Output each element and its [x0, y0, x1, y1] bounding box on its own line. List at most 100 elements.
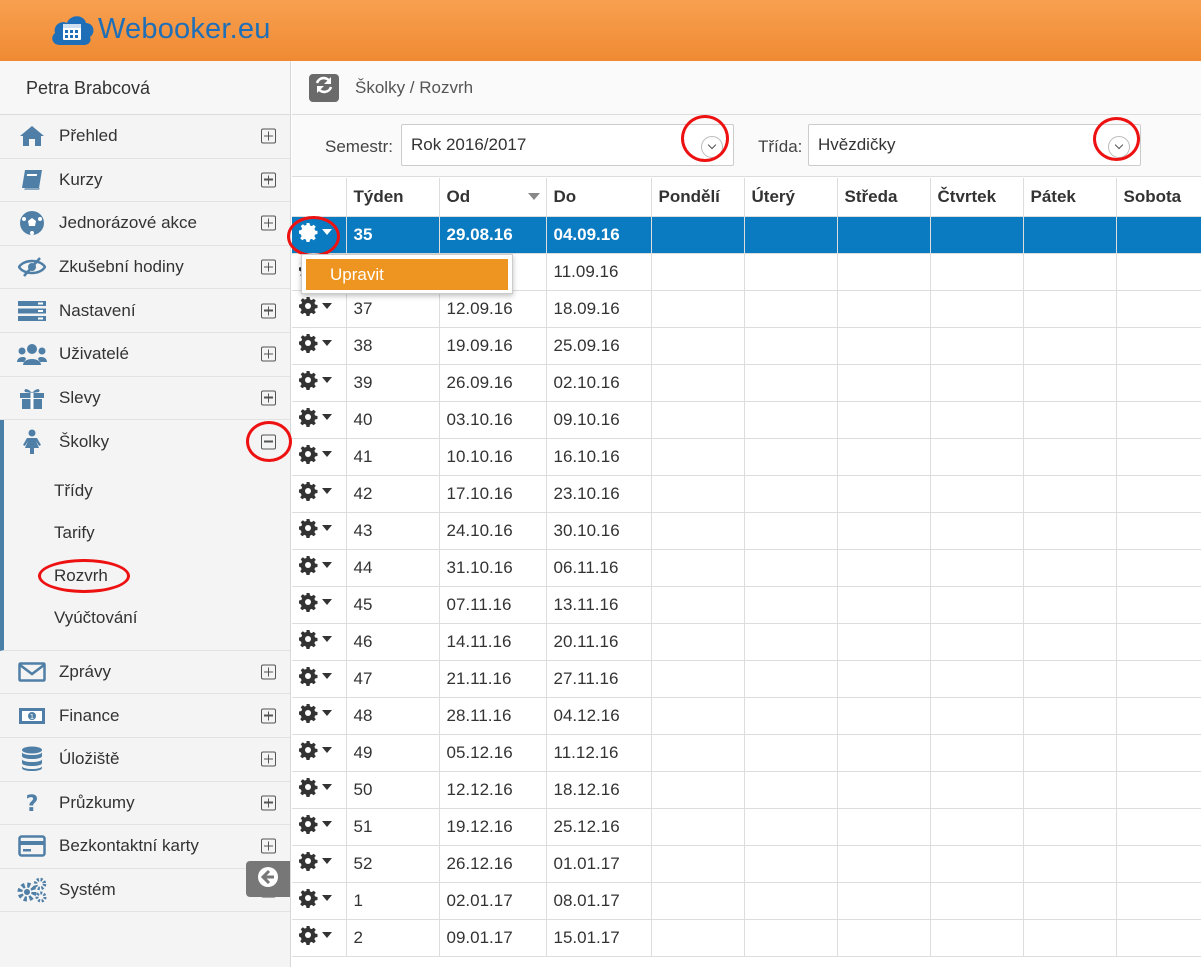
table-row[interactable]: 37 12.09.16 18.09.16	[292, 290, 1201, 328]
expand-icon[interactable]	[261, 346, 276, 362]
table-cell-empty[interactable]	[1023, 364, 1117, 402]
expand-icon[interactable]	[261, 215, 276, 231]
table-cell-empty[interactable]	[1023, 216, 1117, 254]
submenu-item-tridy[interactable]: Třídy	[4, 470, 290, 513]
table-cell-empty[interactable]	[1023, 290, 1117, 328]
table-cell-empty[interactable]	[1116, 549, 1201, 587]
table-cell-empty[interactable]	[1023, 623, 1117, 661]
table-cell-empty[interactable]	[837, 475, 931, 513]
column-header-patek[interactable]: Pátek	[1023, 178, 1117, 217]
table-cell-empty[interactable]	[1023, 327, 1117, 365]
gear-icon[interactable]	[298, 740, 332, 760]
gear-icon[interactable]	[298, 444, 332, 464]
expand-icon[interactable]	[261, 795, 276, 811]
row-actions[interactable]	[292, 623, 347, 661]
table-cell-empty[interactable]	[1023, 734, 1117, 772]
table-cell-empty[interactable]	[930, 586, 1024, 624]
table-cell-empty[interactable]	[1116, 438, 1201, 476]
row-actions[interactable]	[292, 586, 347, 624]
column-header-streda[interactable]: Středa	[837, 178, 931, 217]
table-cell-empty[interactable]	[651, 697, 745, 735]
table-cell-empty[interactable]	[930, 808, 1024, 846]
table-cell-empty[interactable]	[744, 734, 838, 772]
table-cell-empty[interactable]	[1023, 845, 1117, 883]
logo[interactable]: Webooker.eu	[50, 9, 271, 49]
expand-icon[interactable]	[261, 664, 276, 680]
table-row[interactable]: 38 19.09.16 25.09.16	[292, 327, 1201, 365]
gear-icon[interactable]	[298, 555, 332, 575]
table-cell-empty[interactable]	[930, 512, 1024, 550]
gear-icon[interactable]	[298, 703, 332, 723]
sidebar-item-prehled[interactable]: Přehled	[0, 115, 290, 159]
row-actions[interactable]	[292, 808, 347, 846]
table-cell-empty[interactable]	[1023, 253, 1117, 291]
gear-icon[interactable]	[298, 370, 332, 390]
table-cell-empty[interactable]	[1116, 364, 1201, 402]
gear-icon[interactable]	[298, 925, 332, 945]
sidebar-item-uzivatele[interactable]: Uživatelé	[0, 333, 290, 377]
table-cell-empty[interactable]	[930, 327, 1024, 365]
table-row[interactable]: 49 05.12.16 11.12.16	[292, 734, 1201, 772]
row-actions[interactable]	[292, 475, 347, 513]
table-cell-empty[interactable]	[1023, 808, 1117, 846]
table-row[interactable]: 52 26.12.16 01.01.17	[292, 845, 1201, 883]
table-cell-empty[interactable]	[930, 364, 1024, 402]
table-row[interactable]: 1 02.01.17 08.01.17	[292, 882, 1201, 920]
table-cell-empty[interactable]	[1023, 475, 1117, 513]
table-cell-empty[interactable]	[837, 512, 931, 550]
table-cell-empty[interactable]	[930, 919, 1024, 957]
row-actions[interactable]	[292, 660, 347, 698]
table-row[interactable]: 48 28.11.16 04.12.16	[292, 697, 1201, 735]
expand-icon[interactable]	[261, 751, 276, 767]
chevron-down-icon[interactable]	[1108, 136, 1130, 158]
table-cell-empty[interactable]	[1116, 808, 1201, 846]
table-cell-empty[interactable]	[651, 364, 745, 402]
table-cell-empty[interactable]	[837, 216, 931, 254]
gear-icon[interactable]	[298, 518, 332, 538]
table-cell-empty[interactable]	[837, 697, 931, 735]
column-header-do[interactable]: Do	[546, 178, 652, 217]
refresh-button[interactable]	[309, 73, 339, 102]
table-cell-empty[interactable]	[651, 845, 745, 883]
table-cell-empty[interactable]	[1023, 882, 1117, 920]
user-name[interactable]: Petra Brabcová	[0, 61, 290, 115]
table-cell-empty[interactable]	[744, 364, 838, 402]
sidebar-item-finance[interactable]: 1 Finance	[0, 694, 290, 738]
table-cell-empty[interactable]	[651, 253, 745, 291]
table-cell-empty[interactable]	[651, 623, 745, 661]
gear-icon[interactable]	[298, 481, 332, 501]
table-cell-empty[interactable]	[744, 216, 838, 254]
table-cell-empty[interactable]	[930, 882, 1024, 920]
row-actions[interactable]	[292, 697, 347, 735]
row-actions[interactable]	[292, 290, 347, 328]
row-actions[interactable]	[292, 327, 347, 365]
table-row[interactable]: 42 17.10.16 23.10.16	[292, 475, 1201, 513]
table-cell-empty[interactable]	[1116, 771, 1201, 809]
table-cell-empty[interactable]	[1116, 586, 1201, 624]
table-row[interactable]: 43 24.10.16 30.10.16	[292, 512, 1201, 550]
table-row[interactable]: 40 03.10.16 09.10.16	[292, 401, 1201, 439]
trida-select[interactable]: Hvězdičky	[808, 124, 1141, 166]
table-cell-empty[interactable]	[930, 401, 1024, 439]
column-header-ctvrtek[interactable]: Čtvrtek	[930, 178, 1024, 217]
expand-icon[interactable]	[261, 259, 276, 275]
table-cell-empty[interactable]	[744, 290, 838, 328]
table-cell-empty[interactable]	[744, 882, 838, 920]
table-cell-empty[interactable]	[837, 401, 931, 439]
table-row[interactable]: 47 21.11.16 27.11.16	[292, 660, 1201, 698]
table-cell-empty[interactable]	[651, 549, 745, 587]
expand-icon[interactable]	[261, 128, 276, 144]
table-cell-empty[interactable]	[744, 475, 838, 513]
table-cell-empty[interactable]	[1116, 734, 1201, 772]
table-cell-empty[interactable]	[930, 475, 1024, 513]
submenu-item-rozvrh[interactable]: Rozvrh	[4, 555, 290, 598]
table-cell-empty[interactable]	[1116, 697, 1201, 735]
table-cell-empty[interactable]	[930, 216, 1024, 254]
table-row[interactable]: 45 07.11.16 13.11.16	[292, 586, 1201, 624]
table-cell-empty[interactable]	[651, 290, 745, 328]
table-cell-empty[interactable]	[651, 660, 745, 698]
table-cell-empty[interactable]	[930, 290, 1024, 328]
table-cell-empty[interactable]	[1116, 512, 1201, 550]
table-row[interactable]: 44 31.10.16 06.11.16	[292, 549, 1201, 587]
table-cell-empty[interactable]	[837, 253, 931, 291]
